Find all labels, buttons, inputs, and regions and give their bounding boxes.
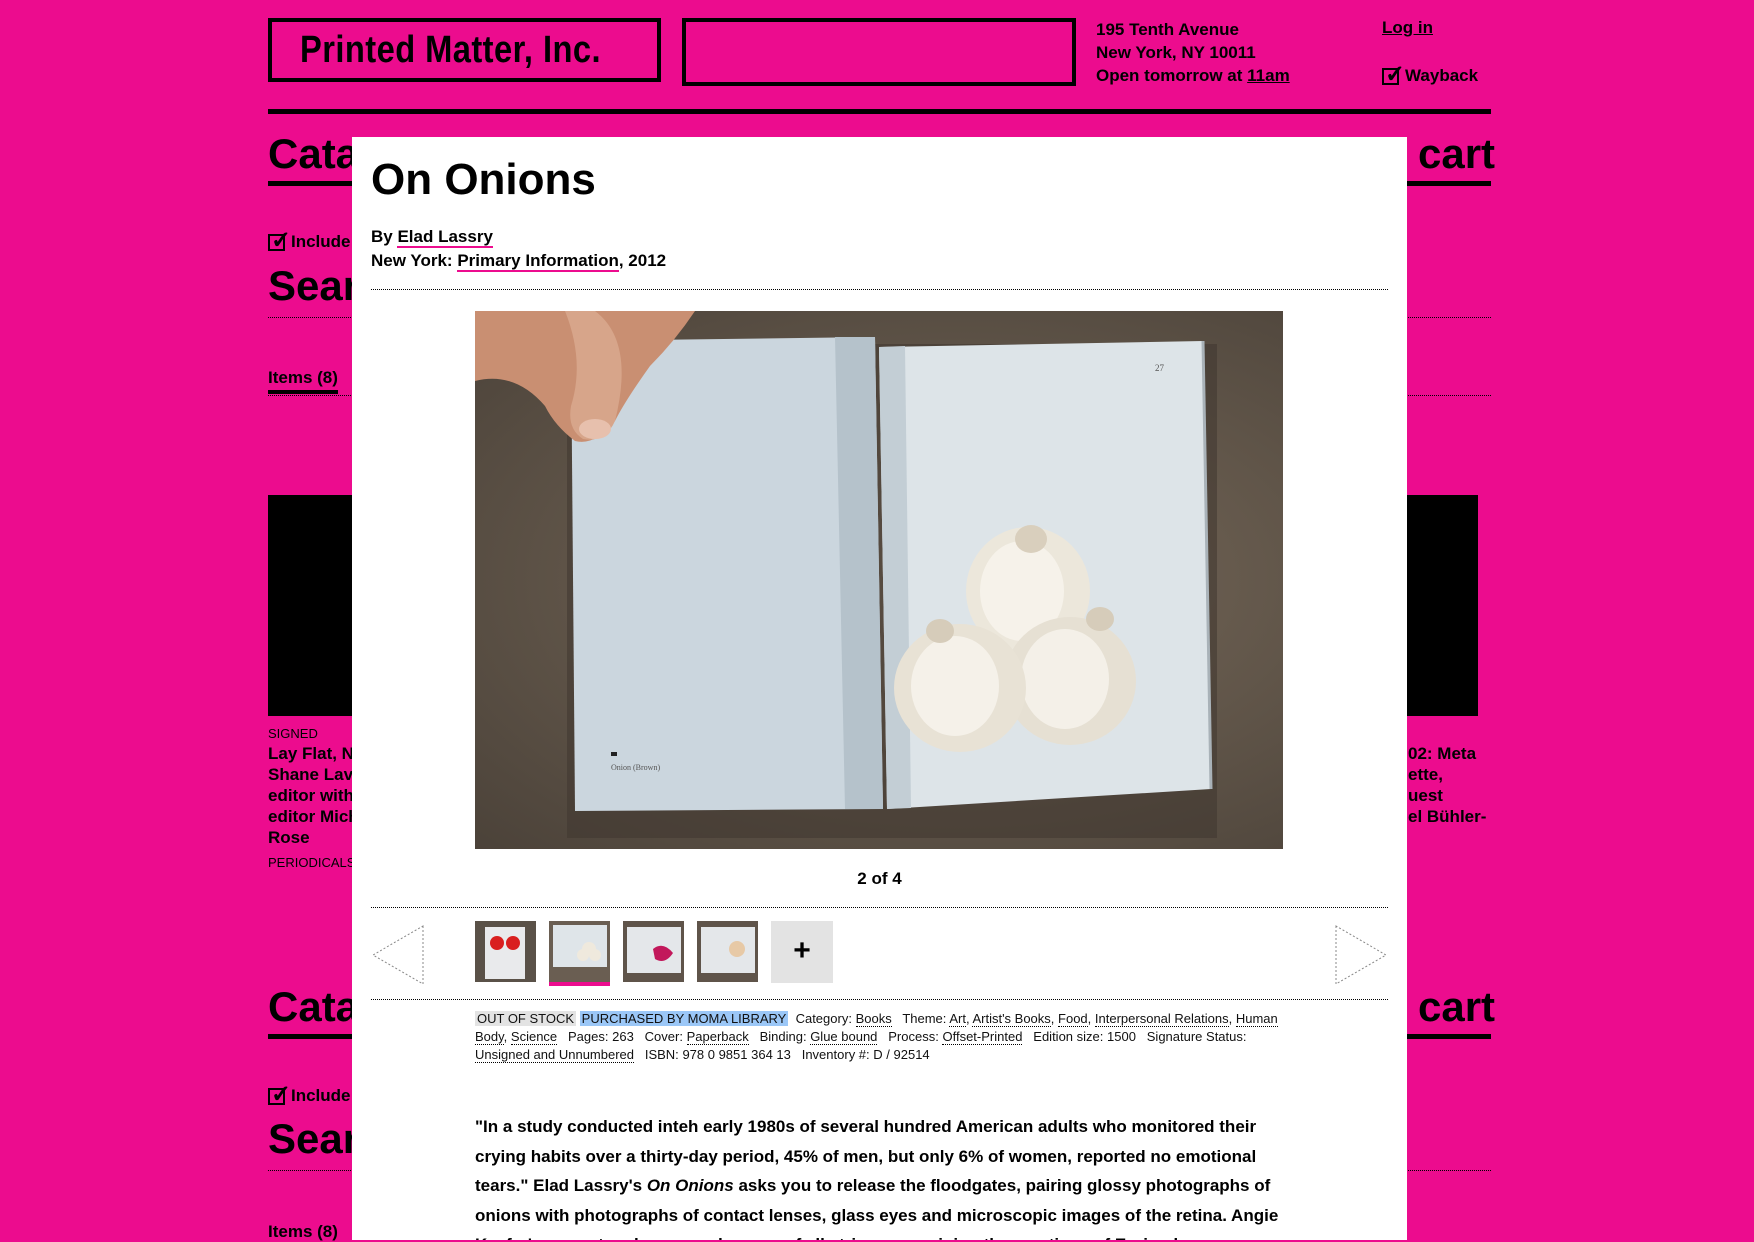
product-meta: OUT OF STOCK PURCHASED BY MOMA LIBRARY C… xyxy=(475,1011,1278,1063)
category-label: PERIODICALS xyxy=(268,855,356,870)
next-arrow-icon[interactable] xyxy=(1334,924,1388,986)
hours-link[interactable]: 11am xyxy=(1247,66,1290,85)
page-number: 27 xyxy=(1155,363,1165,373)
search-heading: Sear xyxy=(268,262,360,309)
signed-badge: SIGNED xyxy=(268,726,318,741)
stock-badge: OUT OF STOCK xyxy=(475,1011,577,1026)
cover-link[interactable]: Paperback xyxy=(686,1029,749,1045)
theme-link[interactable]: Art xyxy=(949,1011,966,1027)
product-photo[interactable]: 27 Onion (Brown) xyxy=(475,311,1283,849)
process-link[interactable]: Offset-Printed xyxy=(942,1029,1023,1045)
image-counter: 2 of 4 xyxy=(857,869,902,888)
moma-badge: PURCHASED BY MOMA LIBRARY xyxy=(579,1011,789,1026)
divider xyxy=(371,999,1388,1000)
wayback-label: Wayback xyxy=(1405,66,1479,85)
photo-caption: Onion (Brown) xyxy=(611,763,660,772)
theme-link[interactable]: Artist's Books xyxy=(972,1011,1051,1027)
category-link[interactable]: Books xyxy=(855,1011,892,1027)
prev-arrow-icon[interactable] xyxy=(371,924,425,986)
product-title: On Onions xyxy=(371,155,596,204)
publisher-link[interactable]: Primary Information xyxy=(457,251,619,272)
catalog-heading[interactable]: Cata xyxy=(268,130,359,178)
theme-link[interactable]: Interpersonal Relations xyxy=(1094,1011,1229,1027)
include-toggle[interactable]: Include xyxy=(268,226,351,255)
checkbox-icon xyxy=(268,1080,291,1109)
items-tab[interactable]: Items (8) xyxy=(268,1222,338,1242)
more-images-button[interactable]: + xyxy=(771,921,833,983)
include-toggle[interactable]: Include xyxy=(268,1080,351,1109)
thumbnail-2[interactable] xyxy=(549,921,610,986)
binding-link[interactable]: Glue bound xyxy=(810,1029,878,1045)
catalog-heading[interactable]: Cata xyxy=(268,983,359,1031)
divider xyxy=(371,907,1388,908)
product-image[interactable] xyxy=(268,495,358,716)
theme-link[interactable]: Science xyxy=(510,1029,558,1045)
store-address: 195 Tenth Avenue New York, NY 10011 Open… xyxy=(1096,20,1290,85)
cart-heading[interactable]: cart xyxy=(1418,130,1495,178)
search-input[interactable] xyxy=(682,18,1076,86)
thumbnail-3[interactable] xyxy=(623,921,684,982)
product-title-left[interactable]: Lay Flat, N Shane Lav editor with editor M… xyxy=(268,743,359,848)
signature-link[interactable]: Unsigned and Unnumbered xyxy=(475,1047,634,1063)
checkbox-icon xyxy=(1382,60,1405,89)
product-credits: By Elad Lassry New York: Primary Informa… xyxy=(371,227,667,272)
site-logo[interactable]: Printed Matter, Inc. xyxy=(268,18,661,82)
items-tab[interactable]: Items (8) xyxy=(268,368,338,394)
search-heading: Sear xyxy=(268,1115,360,1162)
thumbnail-4[interactable] xyxy=(697,921,758,982)
author-link[interactable]: Elad Lassry xyxy=(397,227,493,248)
login-link[interactable]: Log in xyxy=(1382,18,1433,38)
product-title-right[interactable]: 02: Meta ette, uest el Bühler- xyxy=(1408,743,1486,827)
header-rule xyxy=(268,109,1491,114)
wayback-toggle[interactable]: Wayback xyxy=(1382,60,1479,89)
product-modal: On Onions By Elad Lassry New York: Prima… xyxy=(352,137,1407,1240)
cart-heading[interactable]: cart xyxy=(1418,983,1495,1031)
checkbox-icon xyxy=(268,226,291,255)
theme-link[interactable]: Food xyxy=(1058,1011,1088,1027)
product-description: "In a study conducted inteh early 1980s … xyxy=(475,1117,1279,1240)
product-image[interactable] xyxy=(1400,495,1478,716)
divider xyxy=(371,289,1388,290)
thumbnail-1[interactable] xyxy=(475,921,536,982)
